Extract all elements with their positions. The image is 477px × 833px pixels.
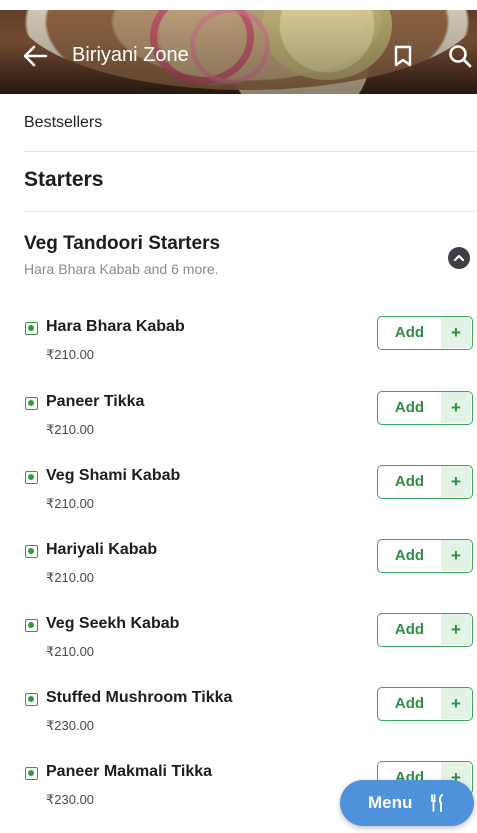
item-name: Veg Shami Kabab — [46, 467, 181, 484]
status-strip — [0, 0, 477, 10]
bookmark-icon[interactable] — [394, 45, 412, 67]
menu-item: Stuffed Mushroom Tikka ₹230.00 Add + — [0, 685, 477, 759]
category-title[interactable]: Veg Tandoori Starters — [24, 233, 220, 255]
item-price: ₹210.00 — [46, 570, 95, 585]
starters-section-title[interactable]: Starters — [24, 168, 103, 192]
add-button[interactable]: Add + — [377, 316, 473, 350]
chevron-up-icon — [453, 254, 465, 262]
item-price: ₹210.00 — [46, 347, 95, 362]
item-name: Stuffed Mushroom Tikka — [46, 689, 233, 706]
veg-indicator-icon — [25, 619, 38, 632]
fork-knife-icon — [431, 794, 443, 812]
add-button[interactable]: Add + — [377, 613, 473, 647]
menu-fab-label: Menu — [368, 793, 413, 812]
plus-icon: + — [441, 466, 471, 497]
item-name: Hara Bhara Kabab — [46, 318, 185, 335]
plus-icon: + — [441, 540, 471, 571]
restaurant-title: Biriyani Zone — [72, 44, 189, 66]
menu-item: Paneer Tikka ₹210.00 Add + — [0, 389, 477, 463]
veg-indicator-icon — [25, 545, 38, 558]
add-label: Add — [394, 695, 425, 712]
item-price: ₹230.00 — [46, 792, 95, 807]
add-label: Add — [394, 473, 425, 490]
menu-fab-button[interactable]: Menu — [340, 780, 474, 826]
menu-item: Veg Shami Kabab ₹210.00 Add + — [0, 463, 477, 537]
add-label: Add — [394, 547, 425, 564]
add-button[interactable]: Add + — [377, 539, 473, 573]
bestsellers-link[interactable]: Bestsellers — [24, 114, 102, 132]
add-label: Add — [394, 621, 425, 638]
plus-icon: + — [441, 317, 471, 348]
veg-indicator-icon — [25, 767, 38, 780]
add-button[interactable]: Add + — [377, 465, 473, 499]
search-icon[interactable] — [448, 44, 474, 70]
veg-indicator-icon — [25, 471, 38, 484]
veg-indicator-icon — [25, 693, 38, 706]
plus-icon: + — [441, 614, 471, 645]
item-name: Paneer Makmali Tikka — [46, 763, 213, 780]
divider — [24, 211, 477, 212]
add-button[interactable]: Add + — [377, 687, 473, 721]
item-price: ₹210.00 — [46, 496, 95, 511]
arrow-left-icon[interactable] — [22, 44, 48, 68]
veg-indicator-icon — [25, 322, 38, 335]
item-name: Hariyali Kabab — [46, 541, 158, 558]
collapse-category-button[interactable] — [448, 247, 470, 269]
item-name: Paneer Tikka — [46, 393, 145, 410]
divider — [24, 151, 477, 152]
plus-icon: + — [441, 688, 471, 719]
veg-indicator-icon — [25, 397, 38, 410]
item-price: ₹210.00 — [46, 422, 95, 437]
plus-icon: + — [441, 392, 471, 423]
menu-item: Hariyali Kabab ₹210.00 Add + — [0, 537, 477, 611]
add-label: Add — [394, 324, 425, 341]
add-button[interactable]: Add + — [377, 391, 473, 425]
menu-item: Veg Seekh Kabab ₹210.00 Add + — [0, 611, 477, 685]
item-name: Veg Seekh Kabab — [46, 615, 180, 632]
item-price: ₹210.00 — [46, 644, 95, 659]
add-label: Add — [394, 399, 425, 416]
category-subtitle: Hara Bhara Kabab and 6 more. — [24, 261, 219, 277]
item-price: ₹230.00 — [46, 718, 95, 733]
menu-item: Hara Bhara Kabab ₹210.00 Add + — [0, 314, 477, 388]
restaurant-header: Biriyani Zone — [0, 0, 477, 94]
